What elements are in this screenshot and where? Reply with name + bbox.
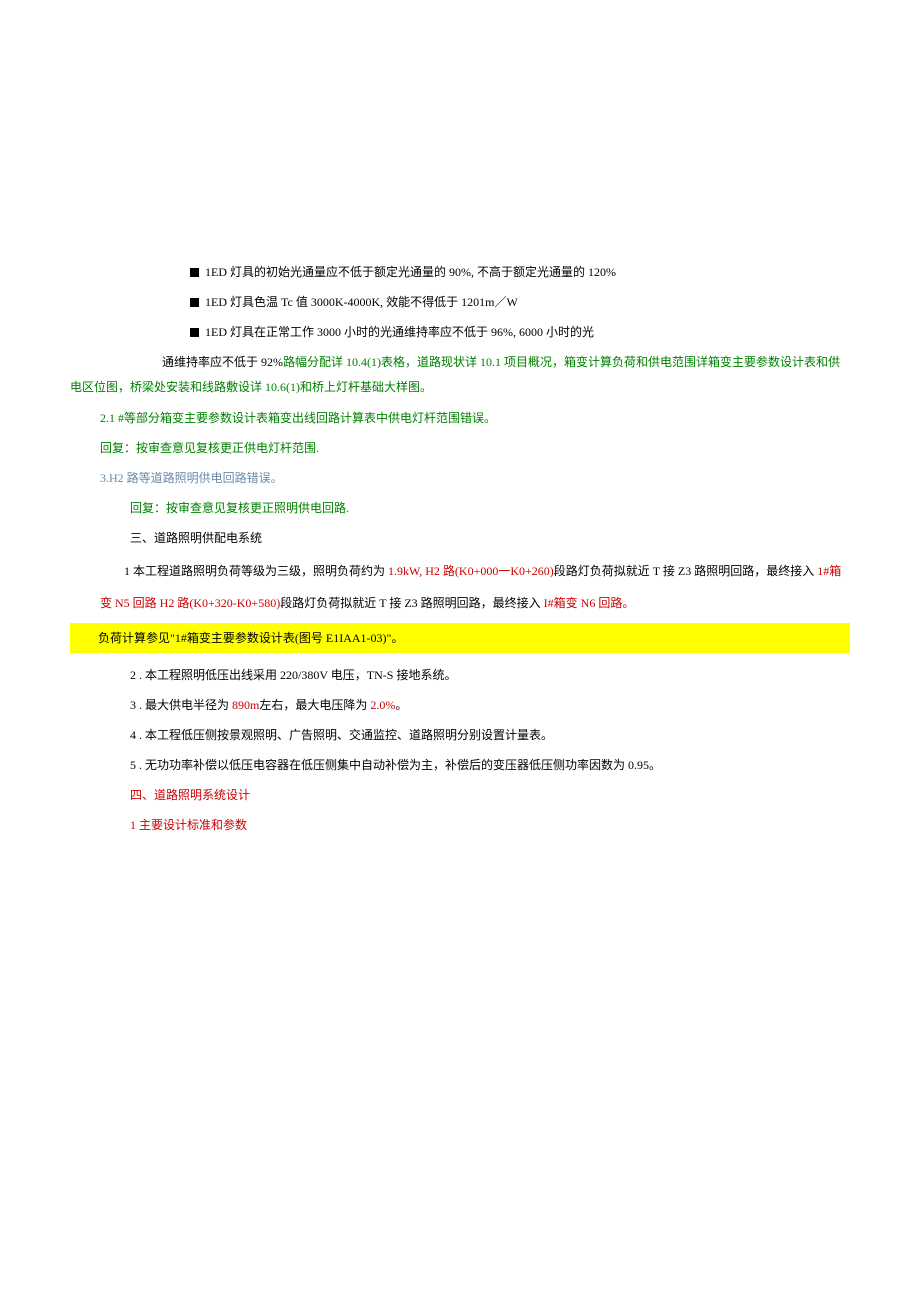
i3-b: 890m bbox=[232, 698, 259, 712]
i3-a: 3 . 最大供电半径为 bbox=[130, 698, 232, 712]
bullet-text: 1ED 灯具的初始光通量应不低于额定光通量的 90%, 不高于额定光通量的 12… bbox=[205, 265, 616, 279]
square-icon bbox=[190, 298, 199, 307]
i3-c: 左右，最大电压降为 bbox=[259, 698, 370, 712]
reply-2: 回复：按审查意见复核更正照明供电回路. bbox=[70, 496, 850, 520]
highlight-text: 负荷计算参见"1#箱变主要参数设计表(图号 E1IAA1-03)"。 bbox=[98, 631, 403, 645]
p1-g: 。 bbox=[622, 596, 634, 610]
bullet-item: 1ED 灯具在正常工作 3000 小时的光通维持率应不低于 96%, 6000 … bbox=[70, 320, 850, 344]
maintain-paragraph: 通维持率应不低于 92%路幅分配详 10.4(1)表格，道路现状详 10.1 项… bbox=[70, 350, 850, 400]
bullet-text: 1ED 灯具在正常工作 3000 小时的光通维持率应不低于 96%, 6000 … bbox=[205, 325, 594, 339]
reply-1: 回复：按审查意见复核更正供电灯杆范围. bbox=[70, 436, 850, 460]
section-3: 3.H2 路等道路照明供电回路错误。 bbox=[70, 466, 850, 490]
heading-three: 三、道路照明供配电系统 bbox=[70, 526, 850, 550]
bullet-item: 1ED 灯具的初始光通量应不低于额定光通量的 90%, 不高于额定光通量的 12… bbox=[70, 260, 850, 284]
item-3: 3 . 最大供电半径为 890m左右，最大电压降为 2.0%。 bbox=[70, 693, 850, 717]
section-2-1: 2.1 #等部分箱变主要参数设计表箱变出线回路计算表中供电灯杆范围错误。 bbox=[70, 406, 850, 430]
square-icon bbox=[190, 268, 199, 277]
maintain-prefix: 通维持率应不低于 92% bbox=[70, 355, 283, 369]
p1-e: 段路灯负荷拟就近 T 接 Z3 路照明回路，最终接入 bbox=[280, 596, 543, 610]
heading-four: 四、道路照明系统设计 bbox=[70, 783, 850, 807]
p1-a: 1 本工程道路照明负荷等级为三级，照明负荷约为 bbox=[124, 564, 388, 578]
item-5: 5 . 无功功率补偿以低压电容器在低压侧集中自动补偿为主，补偿后的变压器低压侧功… bbox=[70, 753, 850, 777]
item-2: 2 . 本工程照明低压出线采用 220/380V 电压，TN-S 接地系统。 bbox=[70, 663, 850, 687]
i3-d: 2.0% bbox=[370, 698, 395, 712]
item-4: 4 . 本工程低压侧按景观照明、广告照明、交通监控、道路照明分别设置计量表。 bbox=[70, 723, 850, 747]
i3-e: 。 bbox=[395, 698, 407, 712]
highlight-note: 负荷计算参见"1#箱变主要参数设计表(图号 E1IAA1-03)"。 bbox=[70, 623, 850, 653]
p1-b: 1.9kW, H2 路(K0+000一K0+260) bbox=[388, 564, 554, 578]
sub-1: 1 主要设计标准和参数 bbox=[70, 813, 850, 837]
bullet-text: 1ED 灯具色温 Tc 值 3000K-4000K, 效能不得低于 1201m／… bbox=[205, 295, 518, 309]
p1-f: I#箱变 N6 回路 bbox=[544, 596, 623, 610]
paragraph-1: 1 本工程道路照明负荷等级为三级，照明负荷约为 1.9kW, H2 路(K0+0… bbox=[70, 556, 850, 618]
p1-c: 段路灯负荷拟就近 T 接 Z3 路照明回路，最终接入 bbox=[554, 564, 817, 578]
bullet-item: 1ED 灯具色温 Tc 值 3000K-4000K, 效能不得低于 1201m／… bbox=[70, 290, 850, 314]
square-icon bbox=[190, 328, 199, 337]
